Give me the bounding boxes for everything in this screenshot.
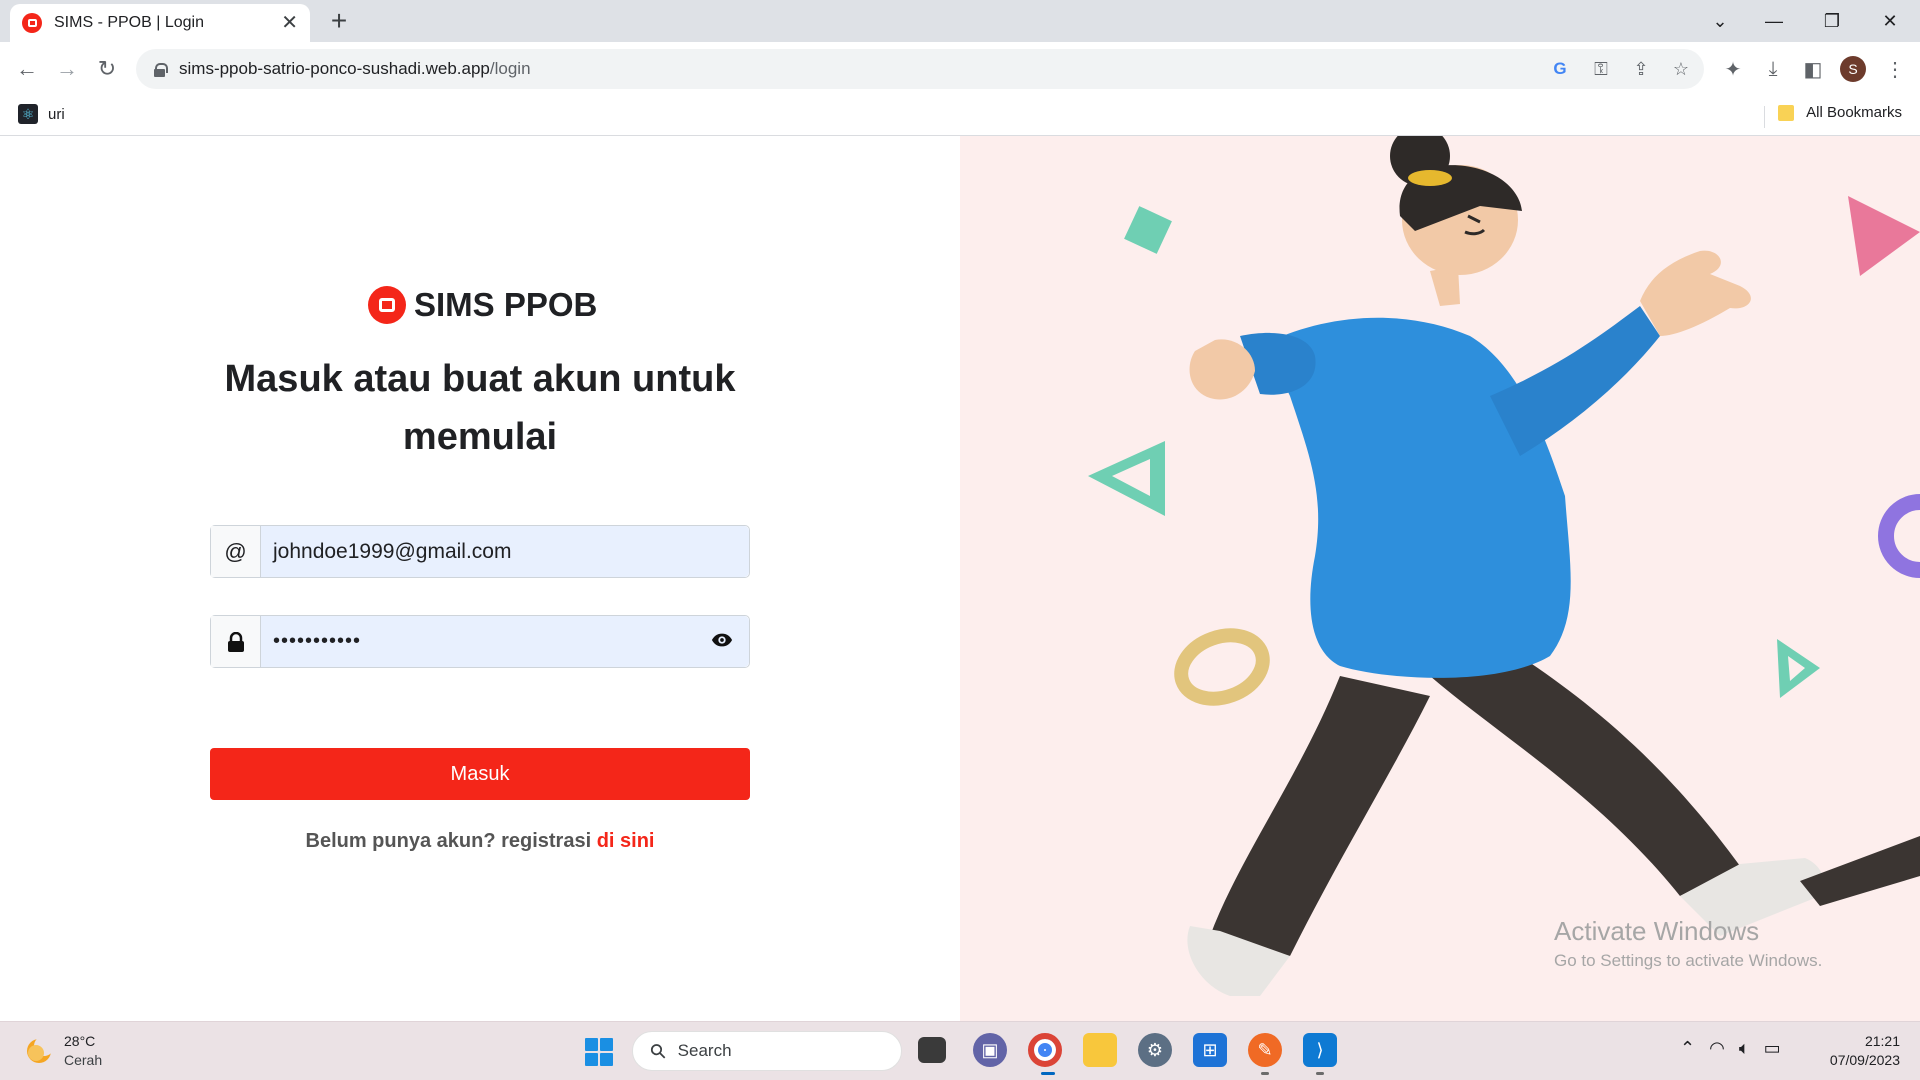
right-leg	[1430, 656, 1740, 896]
browser-tab-strip: SIMS - PPOB | Login ✕ + ⌄ — ❐ ✕	[0, 0, 1920, 42]
taskbar-clock[interactable]: 21:21 07/09/2023	[1800, 1032, 1900, 1070]
at-sign-icon: @	[211, 526, 261, 577]
search-icon: ⚲	[645, 1038, 672, 1065]
profile-avatar[interactable]: S	[1840, 56, 1866, 82]
url-host: sims-ppob-satrio-ponco-sushadi.web.app	[179, 59, 490, 78]
weather-condition: Cerah	[64, 1052, 103, 1068]
password-value: •••••••••••	[273, 630, 362, 652]
bookmark-uri[interactable]: ⚛ uri	[18, 104, 65, 124]
tab-close-icon[interactable]: ✕	[281, 13, 298, 33]
purple-ring-shape	[1878, 494, 1920, 578]
illustration-panel	[960, 136, 1920, 1021]
left-leg	[1210, 676, 1430, 956]
chrome-icon[interactable]	[1028, 1033, 1062, 1067]
share-icon[interactable]: ⇪	[1631, 59, 1651, 79]
bookmarks-divider	[1764, 106, 1765, 128]
brand-name: SIMS PPOB	[414, 286, 598, 323]
watermark-subtitle: Go to Settings to activate Windows.	[1554, 951, 1823, 970]
walking-person-illustration	[1088, 136, 1920, 996]
email-input[interactable]: johndoe1999@gmail.com	[261, 526, 749, 577]
weather-widget[interactable]: 28°C Cerah	[24, 1032, 102, 1070]
login-panel: SIMS PPOB Masuk atau buat akun untuk mem…	[0, 136, 960, 1021]
extensions-puzzle-icon[interactable]: ✦	[1718, 54, 1748, 84]
password-input[interactable]: •••••••••••	[261, 616, 749, 667]
register-link[interactable]: di sini	[597, 830, 655, 852]
teal-diamond-shape	[1124, 206, 1172, 254]
settings-gear-icon[interactable]: ⚙	[1138, 1033, 1172, 1067]
windows-taskbar: 28°C Cerah ⚲ Search ▣ ⚙ ⊞ ✎ ⟩ ⌃ ◠ 🔈︎ ▭ 2…	[0, 1021, 1920, 1080]
right-hand-pointing	[1640, 250, 1751, 336]
bookmarks-bar: ⚛ uri All Bookmarks	[0, 96, 1920, 136]
pink-triangle-shape	[1848, 196, 1920, 276]
close-window-button[interactable]: ✕	[1870, 6, 1910, 36]
download-icon[interactable]: ⤓	[1758, 54, 1788, 84]
weather-temperature: 28°C	[64, 1033, 96, 1049]
system-tray: ⌃ ◠ 🔈︎ ▭	[1680, 1038, 1781, 1059]
site-favicon-icon	[22, 13, 42, 33]
taskbar-search-box[interactable]: ⚲ Search	[632, 1031, 902, 1071]
all-bookmarks-button[interactable]: All Bookmarks	[1778, 104, 1902, 121]
react-atom-icon: ⚛	[18, 104, 38, 124]
show-password-eye-icon[interactable]	[711, 632, 733, 648]
volume-icon[interactable]: 🔈︎	[1739, 1038, 1750, 1059]
login-page: SIMS PPOB Masuk atau buat akun untuk mem…	[0, 136, 1920, 1021]
lock-icon	[211, 616, 261, 667]
browser-toolbar: ← → ↻ sims-ppob-satrio-ponco-sushadi.web…	[0, 42, 1920, 96]
password-key-icon[interactable]: ⚿	[1591, 59, 1611, 79]
browser-tab-active[interactable]: SIMS - PPOB | Login ✕	[10, 4, 310, 42]
url-path: /login	[489, 59, 531, 78]
battery-icon[interactable]: ▭	[1764, 1038, 1781, 1059]
clock-date: 07/09/2023	[1829, 1052, 1900, 1068]
small-teal-triangle-shape	[1777, 639, 1820, 698]
gold-ring-shape	[1174, 628, 1270, 706]
moon-weather-icon	[27, 1036, 54, 1063]
bookmark-uri-label: uri	[48, 105, 65, 123]
register-prompt-text: Belum punya akun? registrasi	[305, 830, 597, 852]
side-panel-icon[interactable]: ◧	[1798, 54, 1828, 84]
register-prompt: Belum punya akun? registrasi di sini	[210, 830, 750, 853]
brand-header: SIMS PPOB	[368, 286, 597, 324]
restore-button[interactable]: ❐	[1812, 6, 1852, 36]
kebab-menu-icon[interactable]: ⋮	[1880, 54, 1910, 84]
lock-icon[interactable]	[154, 63, 168, 77]
email-field: @ johndoe1999@gmail.com	[210, 525, 750, 578]
sketch-app-icon[interactable]: ✎	[1248, 1033, 1282, 1067]
teal-triangle-outline-shape	[1088, 441, 1165, 516]
back-arrow-icon[interactable]: ←	[10, 52, 44, 86]
windows-start-icon[interactable]	[585, 1038, 613, 1066]
new-tab-button[interactable]: +	[324, 6, 354, 36]
teams-chat-icon[interactable]: ▣	[973, 1033, 1007, 1067]
wifi-icon[interactable]: ◠	[1709, 1038, 1725, 1059]
folder-icon	[1778, 104, 1795, 121]
page-title: Masuk atau buat akun untuk memulai	[224, 358, 736, 458]
tab-search-chevron-icon[interactable]: ⌄	[1700, 6, 1740, 36]
address-bar[interactable]: sims-ppob-satrio-ponco-sushadi.web.app/l…	[136, 49, 1704, 89]
chrome-active-indicator	[1041, 1072, 1055, 1075]
task-view-icon[interactable]	[918, 1037, 946, 1063]
all-bookmarks-label: All Bookmarks	[1806, 104, 1902, 121]
google-lens-icon[interactable]: G	[1550, 59, 1570, 79]
sketch-running-indicator	[1261, 1072, 1269, 1075]
tab-title: SIMS - PPOB | Login	[54, 14, 204, 31]
watermark-title: Activate Windows	[1554, 916, 1760, 946]
clock-time: 21:21	[1864, 1033, 1900, 1049]
file-explorer-icon[interactable]	[1083, 1033, 1117, 1067]
windows-activation-watermark: Activate Windows Go to Settings to activ…	[1554, 916, 1822, 971]
login-submit-button[interactable]: Masuk	[210, 748, 750, 800]
wallet-logo-icon	[368, 286, 406, 324]
hair-tie	[1408, 170, 1452, 186]
reload-icon[interactable]: ↻	[90, 52, 124, 86]
vscode-running-indicator	[1316, 1072, 1324, 1075]
tray-chevron-up-icon[interactable]: ⌃	[1680, 1038, 1695, 1059]
bookmark-star-icon[interactable]: ☆	[1671, 59, 1691, 79]
right-sleeve	[1490, 306, 1660, 456]
forward-arrow-icon[interactable]: →	[50, 52, 84, 86]
taskbar-search-placeholder: Search	[677, 1041, 732, 1060]
minimize-button[interactable]: —	[1754, 6, 1794, 36]
vs-code-icon[interactable]: ⟩	[1303, 1033, 1337, 1067]
password-field: •••••••••••	[210, 615, 750, 668]
microsoft-store-icon[interactable]: ⊞	[1193, 1033, 1227, 1067]
